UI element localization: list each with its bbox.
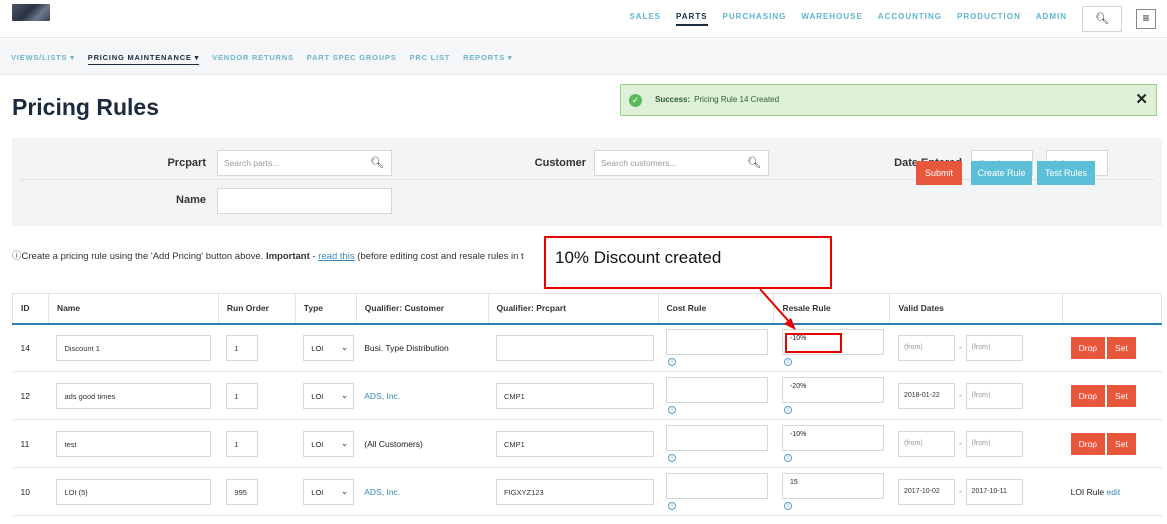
annotation-arrow [759,288,796,330]
